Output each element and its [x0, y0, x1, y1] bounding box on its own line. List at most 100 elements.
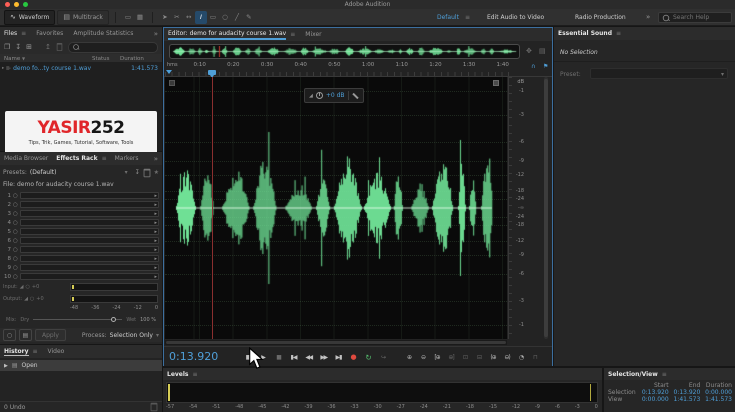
files-trash-icon[interactable]: [56, 43, 63, 51]
tab-favorites[interactable]: Favorites: [36, 30, 63, 37]
slip-tool-icon[interactable]: ↔: [183, 11, 195, 24]
effects-slot[interactable]: 7 ○ ▸: [0, 245, 162, 254]
tab-levels[interactable]: Levels: [167, 371, 189, 378]
effects-slot[interactable]: 6 ○ ▸: [0, 236, 162, 245]
files-search-box[interactable]: [68, 41, 158, 53]
slot-arrow-icon[interactable]: ▸: [154, 202, 157, 208]
transport-record-button[interactable]: ●: [346, 350, 361, 364]
slot-power-icon[interactable]: ○: [13, 202, 18, 208]
zoom-amplitude-out-button[interactable]: ⊖): [500, 350, 514, 364]
paintbrush-tool-icon[interactable]: ╱: [231, 11, 243, 24]
favorite-preset-icon[interactable]: ★: [154, 169, 159, 176]
sv-selection-end[interactable]: 0:13.920: [672, 389, 704, 396]
insert-into-multitrack-icon[interactable]: ↥: [45, 43, 51, 51]
zoom-in-out-point-button[interactable]: ⊕]: [444, 350, 458, 364]
timeline-scrollbar-thumb[interactable]: [166, 341, 506, 344]
effects-slot[interactable]: 9 ○ ▸: [0, 263, 162, 272]
effects-slot[interactable]: 3 ○ ▸: [0, 209, 162, 218]
process-select[interactable]: Selection Only: [110, 332, 153, 339]
slot-arrow-icon[interactable]: ▸: [154, 193, 157, 199]
channel-toggle-button[interactable]: ▤: [19, 329, 32, 341]
new-container-icon[interactable]: ⊞: [26, 43, 32, 51]
history-panel-menu-icon[interactable]: ≡: [33, 348, 38, 355]
radio-production-button[interactable]: Radio Production: [575, 14, 626, 21]
essential-preset-select[interactable]: ▾: [590, 68, 728, 79]
files-panel-menu-icon[interactable]: ≡: [21, 30, 26, 37]
history-trash-icon[interactable]: [150, 402, 158, 412]
transport-loop-button[interactable]: ↻: [361, 350, 376, 364]
tab-media-browser[interactable]: Media Browser: [4, 155, 48, 162]
tab-files[interactable]: Files: [4, 30, 17, 37]
tab-mixer[interactable]: Mixer: [305, 31, 321, 38]
file-name[interactable]: demo fo...ty course 1.wav: [13, 65, 129, 72]
slot-bar[interactable]: ▸: [19, 210, 159, 217]
tab-markers[interactable]: Markers: [115, 155, 139, 162]
slot-bar[interactable]: ▸: [19, 255, 159, 262]
slot-bar[interactable]: ▸: [19, 219, 159, 226]
import-file-icon[interactable]: ↧: [15, 43, 21, 51]
files-tab-overflow-icon[interactable]: »: [154, 30, 158, 38]
zoom-in-in-point-button[interactable]: [⊕: [430, 350, 444, 364]
column-duration[interactable]: Duration: [120, 56, 144, 62]
effects-slot[interactable]: 1 ○ ▸: [0, 191, 162, 200]
files-search-input[interactable]: [82, 44, 154, 50]
waveform-display[interactable]: ◢ +0 dB: [165, 77, 507, 339]
effects-slot[interactable]: 4 ○ ▸: [0, 218, 162, 227]
slot-power-icon[interactable]: ○: [13, 238, 18, 244]
tab-effects-rack[interactable]: Effects Rack: [56, 155, 97, 162]
slot-bar[interactable]: ▸: [19, 237, 159, 244]
timeline-scrollbar[interactable]: [165, 340, 507, 345]
overview-strip[interactable]: [169, 44, 520, 59]
amplitude-zoom-scrollbar[interactable]: [544, 77, 548, 339]
timeline-ruler[interactable]: hms 0:10 0:20 0:30 0:40 0:50 1:00 1:10 1:20 1:30…: [164, 60, 552, 77]
razor-tool-icon[interactable]: ✂: [171, 11, 183, 24]
tab-selection-view[interactable]: Selection/View: [608, 371, 658, 378]
transport-rewind-button[interactable]: ◀◀: [301, 350, 316, 364]
slot-arrow-icon[interactable]: ▸: [154, 247, 157, 253]
overview-waveform[interactable]: [171, 46, 518, 57]
slot-power-icon[interactable]: ○: [13, 247, 18, 253]
hud-knob[interactable]: [315, 92, 323, 99]
healing-tool-icon[interactable]: ✎: [243, 11, 255, 24]
mix-slider-knob[interactable]: [111, 316, 117, 322]
slot-power-icon[interactable]: ○: [13, 265, 18, 271]
mix-slider[interactable]: [33, 316, 123, 322]
tab-video[interactable]: Video: [48, 348, 65, 355]
time-selection-tool-icon[interactable]: I: [194, 10, 207, 24]
volume-hud[interactable]: ◢ +0 dB: [304, 88, 364, 103]
snap-icon[interactable]: ∩: [531, 63, 535, 70]
effects-slot[interactable]: 2 ○ ▸: [0, 200, 162, 209]
lasso-tool-icon[interactable]: ○: [219, 11, 231, 24]
effects-slot[interactable]: 10 ○ ▸: [0, 272, 162, 281]
slot-arrow-icon[interactable]: ▸: [154, 220, 157, 226]
file-row[interactable]: ▸ ⊪ demo fo...ty course 1.wav 1:41.573: [0, 64, 162, 73]
rack-power-button[interactable]: ○: [3, 329, 16, 341]
transport-skip-to-start-button[interactable]: ▮◀: [286, 350, 301, 364]
sv-selection-duration[interactable]: 0:00.000: [703, 389, 735, 396]
slot-arrow-icon[interactable]: ▸: [154, 211, 157, 217]
tab-essential-sound[interactable]: Essential Sound: [558, 30, 612, 37]
sv-view-start[interactable]: 0:00.000: [640, 396, 672, 403]
waveform-view-button[interactable]: ∿ Waveform: [4, 9, 56, 25]
apply-button[interactable]: Apply: [35, 329, 66, 341]
edit-audio-to-video-button[interactable]: Edit Audio to Video: [487, 14, 544, 21]
selection-view-menu-icon[interactable]: ≡: [662, 371, 667, 378]
multitrack-view-button[interactable]: ▤ Multitrack: [57, 9, 109, 25]
save-preset-icon[interactable]: ↧: [135, 169, 140, 176]
sv-view-end[interactable]: 1:41.573: [672, 396, 704, 403]
column-name[interactable]: Name: [4, 56, 20, 62]
slot-arrow-icon[interactable]: ▸: [154, 256, 157, 262]
slot-power-icon[interactable]: ○: [13, 220, 18, 226]
history-item-open[interactable]: ▶ ▤ Open: [0, 360, 162, 371]
marker-flag-icon[interactable]: ⚑: [543, 63, 548, 70]
hud-gain-value[interactable]: +0 dB: [326, 92, 345, 99]
essential-preset-dropdown-icon[interactable]: ▾: [721, 71, 724, 78]
sv-view-duration[interactable]: 1:41.573: [703, 396, 735, 403]
playhead-line[interactable]: [212, 77, 213, 339]
wave-corner-right-icon[interactable]: [493, 80, 499, 86]
sv-selection-start[interactable]: 0:13.920: [640, 389, 672, 396]
effects-panel-menu-icon[interactable]: ≡: [102, 155, 107, 162]
files-column-header[interactable]: Name ▼ Status Duration: [0, 54, 162, 63]
file-expand-icon[interactable]: ▸: [2, 66, 4, 71]
transport-skip-selection-button[interactable]: ↪: [376, 350, 391, 364]
